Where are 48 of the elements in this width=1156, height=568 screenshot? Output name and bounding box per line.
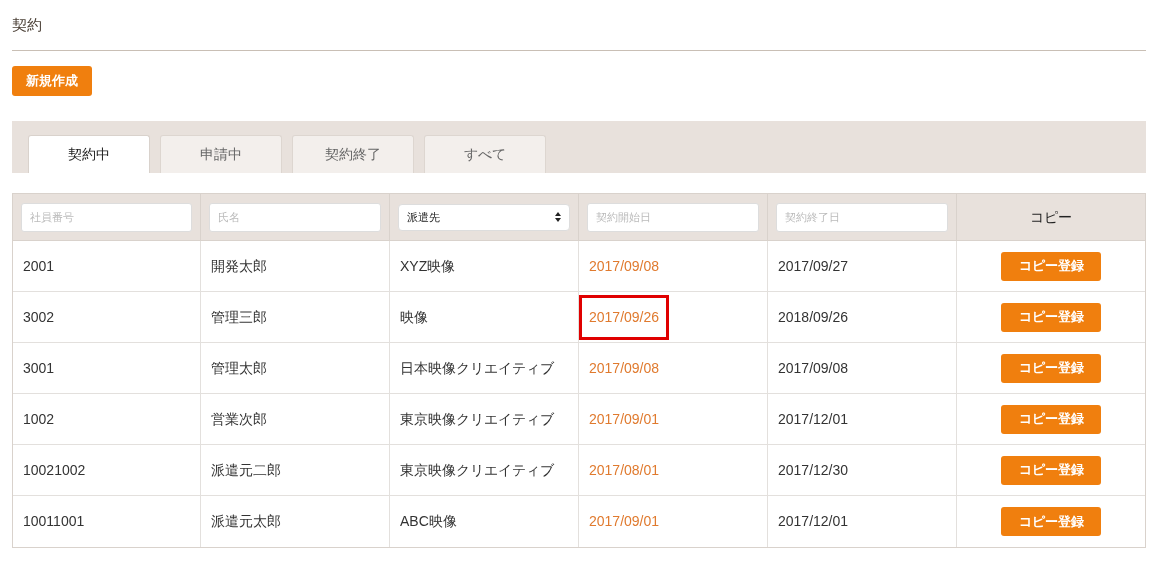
filter-field[interactable]: 契約終了日: [776, 202, 948, 232]
table-cell-text: 2017/09/08: [778, 358, 849, 378]
start-date: 2017/09/01: [589, 512, 660, 531]
table-cell-text: 東京映像クリエイティブ: [400, 460, 554, 480]
page-title: 契約: [12, 15, 42, 35]
table-cell-text: 日本映像クリエイティブ: [400, 358, 554, 378]
tab[interactable]: 契約中: [28, 135, 150, 173]
filter-field[interactable]: 契約開始日: [587, 202, 759, 232]
copy-register-button[interactable]: コピー登録: [1001, 404, 1101, 434]
table-cell-text: 1002: [23, 409, 55, 429]
table-cell-text: 管理三郎: [211, 307, 267, 327]
tab[interactable]: すべて: [424, 135, 546, 173]
table-cell-text: 東京映像クリエイティブ: [400, 409, 554, 429]
table-cell-text: 2017/12/01: [778, 409, 849, 429]
copy-register-button[interactable]: コピー登録: [1001, 507, 1101, 536]
table-cell-text: 2017/12/30: [778, 460, 849, 480]
start-date: 2017/09/01: [589, 409, 660, 429]
table-cell-text: 2017/12/01: [778, 512, 849, 531]
table-cell-text: 3001: [23, 358, 55, 378]
table-cell-text: XYZ映像: [400, 256, 456, 276]
filter-field[interactable]: 氏名: [209, 202, 381, 232]
table-cell-text: 3002: [23, 307, 55, 327]
table-cell-text: 2017/09/27: [778, 256, 849, 276]
filter-select[interactable]: 派遣先: [398, 203, 570, 231]
tab[interactable]: 契約終了: [292, 135, 414, 173]
table-cell-text: 管理太郎: [211, 358, 267, 378]
table-cell-text: 派遣元二郎: [211, 460, 281, 480]
start-date: 2017/09/08: [589, 256, 660, 276]
table-cell-text: 営業次郎: [211, 409, 267, 429]
copy-register-button[interactable]: コピー登録: [1001, 251, 1101, 281]
new-button[interactable]: 新規作成: [12, 66, 92, 96]
copy-register-button[interactable]: コピー登録: [1001, 302, 1101, 332]
column-header: コピー: [1030, 207, 1072, 227]
table-cell-text: 2018/09/26: [778, 307, 849, 327]
table-cell-text: 開発太郎: [211, 256, 267, 276]
table-cell-text: ABC映像: [400, 512, 457, 531]
copy-register-button[interactable]: コピー登録: [1001, 353, 1101, 383]
table-cell-text: 派遣元太郎: [211, 512, 281, 531]
table-cell-text: 映像: [400, 307, 428, 327]
start-date: 2017/08/01: [589, 460, 660, 480]
table-cell-text: 10011001: [23, 512, 85, 531]
copy-register-button[interactable]: コピー登録: [1001, 455, 1101, 485]
table-cell-text: 10021002: [23, 460, 86, 480]
tab[interactable]: 申請中: [160, 135, 282, 173]
start-date: 2017/09/26: [579, 294, 670, 340]
sort-arrows-icon: [555, 212, 561, 222]
start-date: 2017/09/08: [589, 358, 660, 378]
table-cell-text: 2001: [23, 256, 55, 276]
